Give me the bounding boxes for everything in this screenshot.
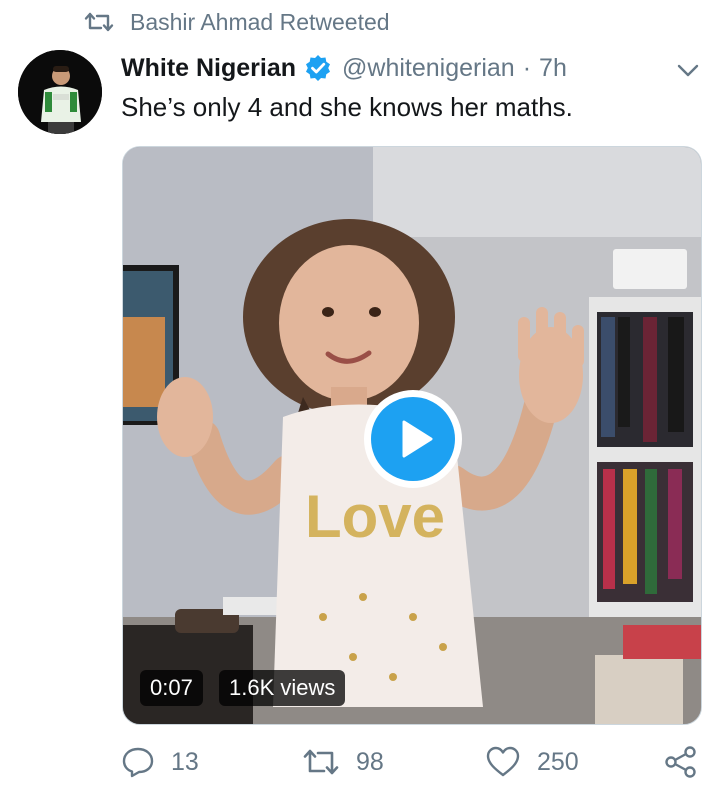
retweet-context-text: Bashir Ahmad Retweeted [130, 8, 390, 35]
share-button[interactable] [664, 740, 698, 784]
retweet-count: 98 [356, 747, 384, 776]
heart-icon [486, 746, 520, 777]
chevron-down-icon[interactable] [676, 58, 700, 82]
reply-count: 13 [171, 747, 199, 776]
tweet-time[interactable]: 7h [539, 54, 567, 83]
video-view-count: 1.6K views [219, 670, 346, 706]
like-button[interactable]: 250 [485, 740, 579, 784]
retweet-icon [84, 12, 114, 32]
share-icon [665, 746, 696, 778]
shirt-print: Love [305, 483, 445, 550]
retweet-icon [303, 749, 339, 775]
author-name[interactable]: White Nigerian [121, 54, 296, 83]
retweet-context[interactable]: Bashir Ahmad Retweeted [84, 8, 390, 36]
author-handle[interactable]: @whitenigerian [342, 54, 515, 83]
verified-badge-icon [306, 55, 331, 81]
tweet-actions: 13 98 250 [0, 740, 720, 784]
video-player[interactable]: Love 0:07 1.6K views [122, 146, 702, 725]
play-button[interactable] [364, 390, 462, 488]
reply-button[interactable]: 13 [121, 740, 199, 784]
header-separator: · [522, 53, 532, 82]
avatar[interactable] [18, 50, 102, 134]
avatar-image [18, 50, 102, 134]
reply-icon [122, 747, 154, 778]
retweet-button[interactable]: 98 [302, 740, 384, 784]
tweet-text: She’s only 4 and she knows her maths. [121, 92, 573, 122]
video-duration: 0:07 [140, 670, 203, 706]
tweet-header: White Nigerian @whitenigerian · 7h [121, 52, 567, 84]
like-count: 250 [537, 747, 579, 776]
play-icon [402, 420, 433, 458]
